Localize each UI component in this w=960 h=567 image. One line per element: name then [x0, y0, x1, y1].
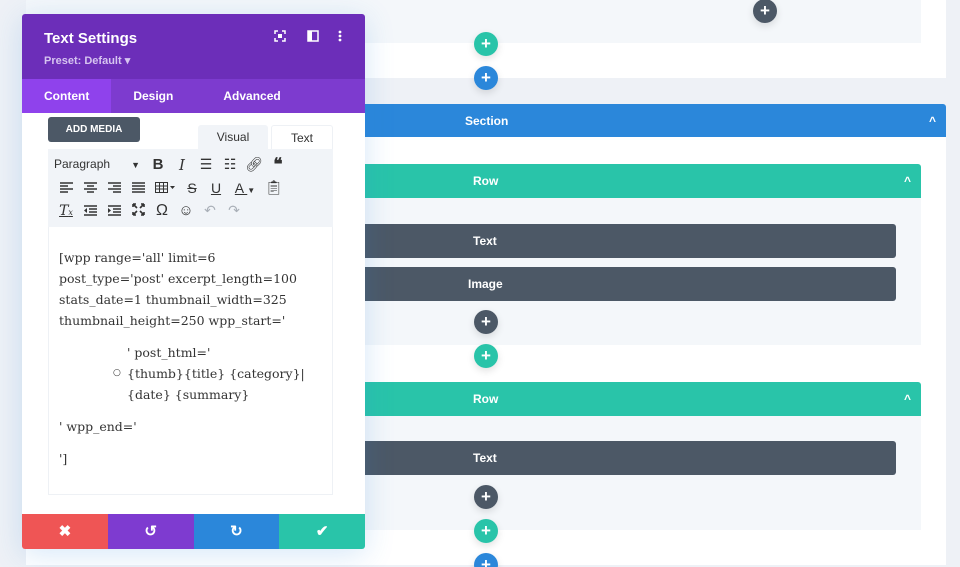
modal-body: ADD MEDIA Visual Text Paragraph ▼ B I ☰ … — [22, 113, 365, 514]
add-row-button[interactable]: + — [474, 344, 498, 368]
special-character-icon[interactable]: Ω — [150, 202, 174, 220]
add-media-button[interactable]: ADD MEDIA — [48, 117, 140, 142]
modal-footer: ✖ ↺ ↻ ✔ — [22, 514, 365, 549]
content-paragraph: [wpp range='all' limit=6 post_type='post… — [59, 250, 297, 328]
more-options-icon[interactable] — [338, 30, 342, 45]
link-icon[interactable]: 🔗︎ — [242, 156, 266, 173]
numbered-list-icon[interactable]: ☷ — [218, 156, 242, 173]
content-paragraph: ' wpp_end=' — [59, 419, 137, 434]
align-center-icon[interactable] — [78, 180, 102, 196]
row-label: Row — [473, 174, 499, 188]
format-select[interactable]: Paragraph ▼ — [54, 157, 146, 173]
text-content-editor[interactable]: [wpp range='all' limit=6 post_type='post… — [48, 227, 333, 495]
section-label: Section — [465, 113, 509, 128]
bullet-circle-icon: ○ — [113, 368, 121, 378]
content-list: ○ {thumb}{title} {category}|{date} {summ… — [59, 363, 322, 405]
indent-icon[interactable] — [102, 203, 126, 219]
underline-icon[interactable]: U — [204, 180, 228, 196]
list-item-text: {thumb}{title} {category}|{date} {summar… — [127, 366, 305, 402]
editor-tab-visual[interactable]: Visual — [198, 125, 268, 149]
bullet-list-icon[interactable]: ☰ — [194, 156, 218, 173]
add-row-button[interactable]: + — [474, 32, 498, 56]
align-right-icon[interactable] — [102, 180, 126, 196]
editor-tab-text[interactable]: Text — [271, 125, 333, 149]
outdent-icon[interactable] — [78, 203, 102, 219]
bold-icon[interactable]: B — [146, 156, 170, 173]
italic-icon[interactable]: I — [170, 156, 194, 174]
align-left-icon[interactable] — [54, 180, 78, 196]
modal-header: Text Settings Preset: Default ▾ — [22, 14, 365, 79]
add-row-button[interactable]: + — [474, 519, 498, 543]
tab-content[interactable]: Content — [22, 79, 112, 113]
settings-tabs: Content Design Advanced — [22, 79, 365, 113]
module-label: Image — [468, 277, 503, 291]
save-button[interactable]: ✔ — [279, 514, 365, 549]
strikethrough-icon[interactable]: S — [180, 180, 204, 196]
clear-formatting-icon[interactable]: Tx — [54, 203, 78, 219]
emoji-icon[interactable]: ☺ — [174, 202, 198, 219]
justify-icon[interactable] — [126, 180, 150, 196]
add-module-button[interactable]: + — [474, 485, 498, 509]
text-settings-modal: Text Settings Preset: Default ▾ Content … — [22, 14, 365, 549]
content-paragraph: ' post_html=' — [127, 345, 211, 360]
fullscreen-icon[interactable] — [274, 30, 286, 45]
tab-design[interactable]: Design — [111, 79, 195, 113]
redo-icon[interactable]: ↷ — [222, 202, 246, 219]
fullscreen-icon[interactable] — [126, 202, 150, 219]
redo-button[interactable]: ↻ — [193, 514, 280, 549]
undo-button[interactable]: ↺ — [107, 514, 194, 549]
content-paragraph: '] — [59, 451, 68, 466]
collapse-chevron-icon[interactable]: ^ — [904, 392, 911, 406]
add-module-button[interactable]: + — [474, 310, 498, 334]
module-label: Text — [473, 234, 497, 248]
collapse-chevron-icon[interactable]: ^ — [929, 114, 936, 128]
add-section-button[interactable]: + — [474, 66, 498, 90]
paste-as-text-icon[interactable]: 📋︎ — [262, 179, 286, 196]
editor-toolbar: Paragraph ▼ B I ☰ ☷ 🔗︎ ❝ S U A ▼ 📋︎ Tx Ω… — [48, 149, 333, 227]
module-label: Text — [473, 451, 497, 465]
format-select-value: Paragraph — [54, 156, 111, 171]
cancel-button[interactable]: ✖ — [22, 514, 108, 549]
list-item: ○ {thumb}{title} {category}|{date} {summ… — [113, 363, 322, 405]
blockquote-icon[interactable]: ❝ — [266, 155, 290, 175]
tab-advanced[interactable]: Advanced — [195, 79, 302, 113]
preset-dropdown[interactable]: Preset: Default ▾ — [44, 54, 130, 67]
modal-title: Text Settings — [44, 30, 138, 47]
text-color-icon[interactable]: A ▼ — [228, 180, 262, 196]
collapse-chevron-icon[interactable]: ^ — [904, 174, 911, 188]
split-view-icon[interactable] — [307, 30, 319, 45]
undo-icon[interactable]: ↶ — [198, 202, 222, 219]
table-icon[interactable] — [150, 180, 180, 196]
row-label: Row — [473, 392, 499, 406]
add-module-button[interactable]: + — [753, 0, 777, 23]
caret-down-icon: ▼ — [131, 159, 140, 170]
